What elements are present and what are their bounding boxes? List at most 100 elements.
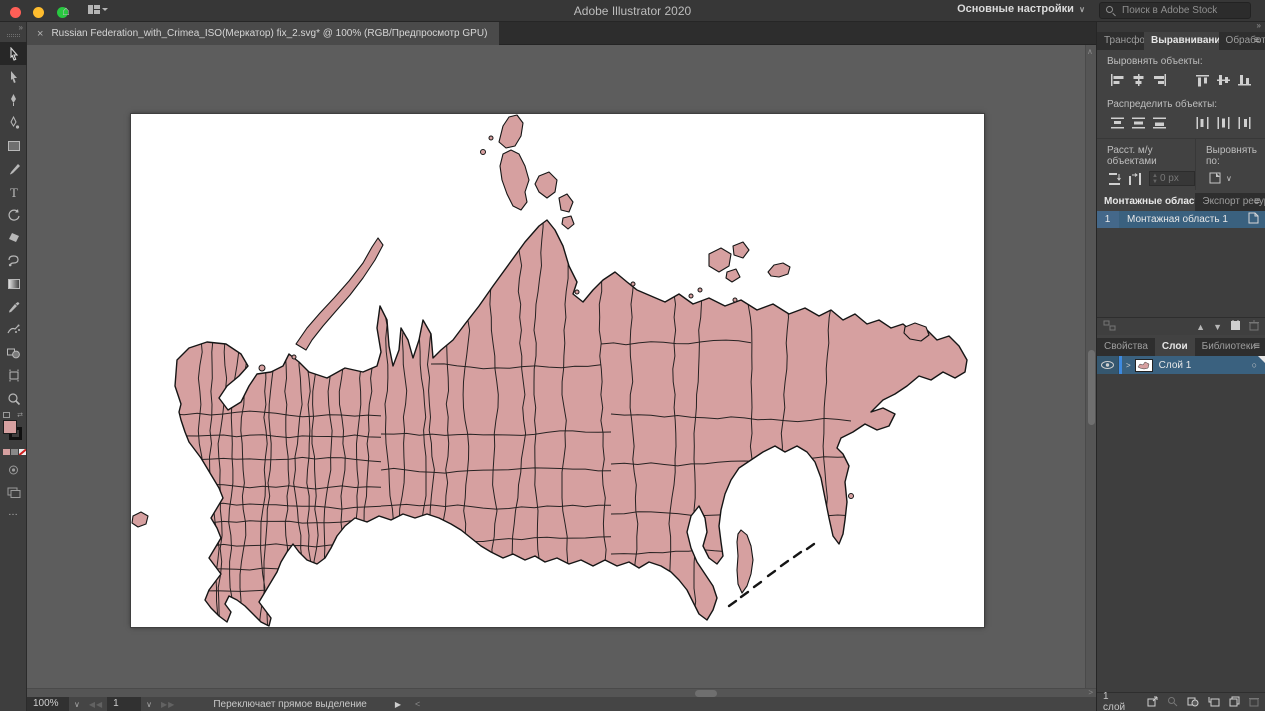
align-to-dropdown[interactable]: ∨ <box>1208 171 1265 185</box>
tab-layers[interactable]: Слои <box>1155 338 1195 356</box>
tab-artboards[interactable]: Монтажные области <box>1097 193 1195 211</box>
tab-transform[interactable]: Трансфо <box>1097 32 1144 50</box>
color-button[interactable] <box>3 449 10 455</box>
new-artboard-icon[interactable] <box>1230 320 1241 333</box>
artboard-nav-field[interactable]: 1 <box>107 697 141 711</box>
tab-properties[interactable]: Свойства <box>1097 338 1155 356</box>
drawing-modes-button[interactable] <box>0 458 27 481</box>
layers-panel-menu-icon[interactable]: ≡ <box>1254 338 1260 356</box>
fill-stroke-widget[interactable]: ⇄ <box>0 414 27 448</box>
swap-colors-icon[interactable]: ⇄ <box>17 411 23 419</box>
distribute-left-button[interactable] <box>1192 114 1213 132</box>
align-to-chevron-icon: ∨ <box>1226 174 1232 183</box>
color-mode-row <box>0 448 27 458</box>
artboard-tool[interactable] <box>0 364 27 387</box>
tab-align[interactable]: Выравнивание <box>1144 32 1219 50</box>
horizontal-scrollbar[interactable]: > <box>27 688 1096 697</box>
shape-builder-tool[interactable] <box>0 341 27 364</box>
panel-collapse-chevron-icon[interactable]: ∧ <box>1087 47 1093 56</box>
distribute-top-button[interactable] <box>1107 114 1128 132</box>
make-clipping-mask-icon[interactable] <box>1187 696 1199 709</box>
eraser-tool[interactable] <box>0 226 27 249</box>
selection-tool[interactable] <box>0 42 27 65</box>
screen-mode-button[interactable] <box>0 481 27 504</box>
artboard[interactable] <box>131 114 984 627</box>
align-right-button[interactable] <box>1149 71 1170 89</box>
move-artboard-up-icon[interactable]: ▲ <box>1196 322 1205 332</box>
layer-expand-chevron-icon[interactable]: > <box>1122 361 1135 370</box>
distribute-h-space-button[interactable] <box>1128 172 1143 186</box>
layer-thumbnail[interactable] <box>1135 359 1153 372</box>
new-sublayer-icon[interactable] <box>1208 696 1220 709</box>
eyedropper-tool[interactable] <box>0 295 27 318</box>
zoom-level-field[interactable]: 100% <box>27 697 69 711</box>
layers-panel-footer: 1 слой <box>1097 692 1265 711</box>
artboards-panel-tabs: Монтажные области Экспорт ресур ≡ <box>1097 193 1265 211</box>
new-layer-icon[interactable] <box>1229 696 1240 709</box>
last-artboard-button[interactable]: ▶▶ <box>157 700 179 709</box>
pen-tool[interactable] <box>0 88 27 111</box>
gradient-button[interactable] <box>11 449 18 455</box>
tab-libraries[interactable]: Библиотеки <box>1195 338 1263 356</box>
stepper-chevrons-icon[interactable]: ▲▼ <box>1150 173 1160 185</box>
artboards-panel-menu-icon[interactable]: ≡ <box>1254 193 1260 211</box>
fill-swatch[interactable] <box>3 420 17 434</box>
layer-row[interactable]: > Слой 1 ○ <box>1097 356 1265 374</box>
vertical-scrollbar[interactable]: ∧ <box>1085 45 1096 688</box>
distribute-center-v-button[interactable] <box>1128 114 1149 132</box>
type-tool[interactable]: T <box>0 180 27 203</box>
first-artboard-button[interactable]: ◀◀ <box>85 700 107 709</box>
none-button[interactable] <box>19 449 26 455</box>
spacing-value-stepper[interactable]: ▲▼ 0 px <box>1149 171 1195 186</box>
zoom-tool[interactable] <box>0 387 27 410</box>
default-colors-icon[interactable] <box>3 412 10 418</box>
artboard-page-icon[interactable] <box>1248 212 1265 227</box>
collapse-panels-icon[interactable]: » <box>1257 21 1261 30</box>
eye-icon <box>1101 361 1114 369</box>
layer-visibility-toggle[interactable] <box>1097 356 1119 374</box>
workspace-switcher[interactable]: Основные настройки ∨ <box>957 3 1085 15</box>
align-bottom-button[interactable] <box>1234 71 1255 89</box>
distribute-bottom-button[interactable] <box>1149 114 1170 132</box>
move-artboard-down-icon[interactable]: ▼ <box>1213 322 1222 332</box>
artboard-dropdown-icon[interactable]: ∨ <box>141 700 157 709</box>
curvature-tool[interactable] <box>0 111 27 134</box>
align-center-h-button[interactable] <box>1128 71 1149 89</box>
distribute-right-button[interactable] <box>1234 114 1255 132</box>
collect-for-export-icon[interactable] <box>1147 696 1158 709</box>
distribute-center-h-button[interactable] <box>1213 114 1234 132</box>
gradient-tool[interactable] <box>0 272 27 295</box>
rectangle-tool[interactable] <box>0 134 27 157</box>
stock-search-input[interactable]: Поиск в Adobe Stock <box>1099 2 1251 19</box>
svg-text:T: T <box>10 185 18 199</box>
toolbar-grip[interactable] <box>7 34 20 37</box>
russia-map[interactable] <box>131 114 984 627</box>
document-tab[interactable]: × Russian Federation_with_Crimea_ISO(Мер… <box>27 22 499 45</box>
align-left-button[interactable] <box>1107 71 1128 89</box>
layer-name[interactable]: Слой 1 <box>1153 360 1252 371</box>
close-tab-icon[interactable]: × <box>37 28 43 40</box>
distribute-v-space-button[interactable] <box>1107 172 1122 186</box>
status-options-icon[interactable]: ▶ <box>395 700 401 709</box>
align-panel-tabs: Трансфо Выравнивание Обработ ≡ <box>1097 32 1265 50</box>
vertical-scroll-thumb[interactable] <box>1088 350 1095 425</box>
artboard-name[interactable]: Монтажная область 1 <box>1119 214 1248 225</box>
paintbrush-tool[interactable] <box>0 157 27 180</box>
direct-selection-tool[interactable] <box>0 65 27 88</box>
symbol-sprayer-tool[interactable] <box>0 318 27 341</box>
expand-tools-icon[interactable]: » <box>19 23 23 32</box>
align-top-button[interactable] <box>1192 71 1213 89</box>
scroll-right-icon[interactable]: > <box>1088 688 1093 697</box>
canvas-area[interactable] <box>27 45 1085 688</box>
zoom-dropdown-icon[interactable]: ∨ <box>69 700 85 709</box>
locate-object-icon <box>1167 696 1178 709</box>
artboard-row[interactable]: 1 Монтажная область 1 <box>1097 211 1265 228</box>
document-tab-title: Russian Federation_with_Crimea_ISO(Мерка… <box>51 28 487 39</box>
horizontal-scroll-thumb[interactable] <box>695 690 717 697</box>
right-panel-dock: » Трансфо Выравнивание Обработ ≡ Выровня… <box>1096 22 1265 711</box>
align-middle-v-button[interactable] <box>1213 71 1234 89</box>
lasso-tool[interactable] <box>0 249 27 272</box>
align-panel-menu-icon[interactable]: ≡ <box>1254 32 1260 50</box>
rotate-tool[interactable] <box>0 203 27 226</box>
edit-toolbar-button[interactable]: … <box>0 504 26 524</box>
